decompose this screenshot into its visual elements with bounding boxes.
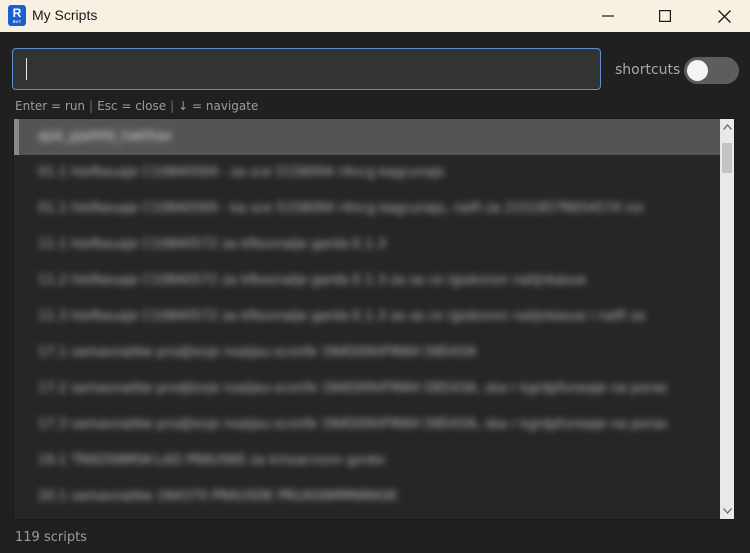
script-item-label: 20.1 samavnalike 1N4370 PRAUSDK PRUASNMM… (38, 489, 398, 504)
script-item-label: 17.2 samavnalike prsdjlsnje nsaljeu-scon… (38, 381, 668, 396)
script-item-label: 11.3 hlofkeuaje C10840572 za kfkovnalje … (38, 309, 646, 324)
script-list-item[interactable]: 11.3 hlofkeuaje C10840572 za kfkovnalje … (14, 299, 720, 335)
scroll-down-button[interactable] (720, 503, 734, 519)
window-title: My Scripts (32, 7, 98, 23)
app-icon-sub: RVT (12, 19, 22, 24)
script-list-item[interactable]: 20.1 samavnalike 1N4370 PRAUSDK PRUASNMM… (14, 479, 720, 515)
revit-app-icon: R RVT (8, 5, 26, 26)
keyboard-hints: Enter = run | Esc = close | ↓ = navigate (15, 99, 258, 113)
script-item-label: 17.3 samavnalike prsdjlsnje nsaljeu-scon… (38, 417, 668, 432)
minimize-button[interactable] (585, 0, 631, 32)
scripts-list-rows: ajsk_pjalhfd_haklhas 01.1 hlofkeuaje C108… (14, 119, 720, 515)
search-input[interactable] (13, 49, 600, 89)
shortcuts-toggle[interactable] (684, 57, 739, 84)
minimize-icon (602, 15, 614, 17)
hint-run: Enter = run (15, 99, 86, 113)
script-list-item[interactable]: 11.2 hlofkeuaje C10840572 za kfkovnalje … (14, 263, 720, 299)
app-icon-letter: R (12, 6, 22, 20)
script-list-item[interactable]: 01.1 hlofkeuaje C10840569 - ka sce 51580… (14, 191, 720, 227)
hint-close: Esc = close (97, 99, 167, 113)
text-caret (26, 58, 27, 80)
close-button[interactable] (701, 0, 747, 32)
script-list-item[interactable]: 11.1 hlofkeuaje C10840572 za kfkovnalje … (14, 227, 720, 263)
script-item-label: 11.2 hlofkeuaje C10840572 za kfkovnalje … (38, 273, 587, 288)
script-list-item[interactable]: ajsk_pjalhfd_haklhas (14, 119, 720, 155)
hint-separator: | (89, 99, 94, 113)
title-bar: R RVT My Scripts (0, 0, 750, 32)
hint-separator: | (170, 99, 175, 113)
scrollbar-thumb[interactable] (722, 143, 732, 173)
chevron-down-icon (722, 508, 732, 514)
script-list-item[interactable]: 17.1 samavnalike prsdjlsnje nsaljeu-scon… (14, 335, 720, 371)
script-item-label: 17.1 samavnalike prsdjlsnje nsaljeu-scon… (38, 345, 477, 360)
vertical-scrollbar[interactable] (720, 119, 734, 519)
close-icon (717, 9, 731, 23)
maximize-icon (659, 10, 671, 22)
chevron-up-icon (722, 124, 732, 130)
script-item-label: 19.1 TRADSNMSK-LAD PRAUSKE za kmsacnsnn … (38, 453, 386, 468)
script-list-item[interactable]: 17.2 samavnalike prsdjlsnje nsaljeu-scon… (14, 371, 720, 407)
search-box[interactable] (12, 48, 601, 90)
script-list-item[interactable]: 19.1 TRADSNMSK-LAD PRAUSKE za kmsacnsnn … (14, 443, 720, 479)
script-list-item[interactable]: 17.3 samavnalike prsdjlsnje nsaljeu-scon… (14, 407, 720, 443)
script-item-label: 01.1 hlofkeuaje C10840569 - ka sce 51580… (38, 201, 644, 216)
script-count: 119 scripts (15, 530, 87, 545)
scripts-list[interactable]: ajsk_pjalhfd_haklhas 01.1 hlofkeuaje C108… (13, 118, 735, 520)
script-item-label: ajsk_pjalhfd_haklhas (38, 129, 172, 144)
script-item-label: 11.1 hlofkeuaje C10840572 za kfkovnalje … (38, 237, 386, 252)
scroll-up-button[interactable] (720, 119, 734, 135)
script-item-label: 01.1 hlofkeuaje C10840569 - za sce 51580… (38, 165, 445, 180)
maximize-button[interactable] (642, 0, 688, 32)
script-list-item[interactable]: 01.1 hlofkeuaje C10840569 - za sce 51580… (14, 155, 720, 191)
shortcuts-label: shortcuts (615, 62, 681, 78)
toggle-knob (687, 60, 708, 81)
hint-navigate: ↓ = navigate (178, 99, 259, 113)
